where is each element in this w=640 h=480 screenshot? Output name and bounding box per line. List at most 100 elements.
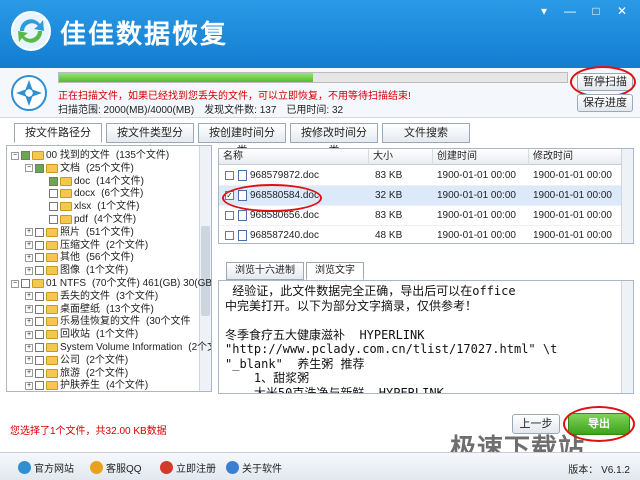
tab-file-search[interactable]: 文件搜索	[382, 123, 470, 143]
tree-item[interactable]: pdf (4个文件)	[39, 213, 136, 226]
tree-toggle-icon[interactable]: +	[25, 317, 33, 326]
tree-toggle-icon[interactable]: +	[25, 241, 33, 250]
tree-checkbox[interactable]	[35, 343, 44, 352]
folder-icon	[46, 330, 58, 340]
tree-item[interactable]: xlsx (1个文件)	[39, 200, 139, 213]
tree-item-count: (4个文件)	[106, 380, 149, 392]
file-row[interactable]: 968587240.doc 48 KB 1900-01-01 00:00 1900-0…	[219, 226, 623, 243]
scan-status-panel: 正在扫描文件，如果已经找到您丢失的文件，可以立即恢复，不用等待扫描结束! 扫描范…	[0, 68, 640, 118]
tree-item-count: (6个文件)	[101, 188, 144, 200]
tree-item[interactable]: + 丢失的文件 (3个文件)	[25, 290, 158, 303]
tree-toggle-icon[interactable]: −	[11, 279, 19, 288]
tree-scrollbar[interactable]	[199, 146, 211, 391]
tree-item[interactable]: + 护肤养生 (4个文件)	[25, 379, 149, 392]
tree-toggle-icon[interactable]: +	[25, 305, 33, 314]
tab-by-type[interactable]: 按文件类型分类	[106, 123, 194, 157]
tree-item[interactable]: + 乐易佳恢复的文件 (30个文件	[25, 315, 190, 328]
tree-item[interactable]: docx (6个文件)	[39, 187, 143, 200]
tree-checkbox[interactable]	[49, 215, 58, 224]
tree-toggle-icon[interactable]: +	[25, 292, 33, 301]
column-size[interactable]: 大小	[369, 149, 433, 165]
column-modified[interactable]: 修改时间	[529, 149, 623, 165]
tree-item-count: (135个文件)	[115, 150, 170, 161]
tree-item[interactable]: − 00 找到的文件 (135个文件)	[11, 149, 169, 162]
column-name[interactable]: 名称	[219, 149, 369, 165]
tree-toggle-icon[interactable]: +	[25, 253, 33, 262]
tree-item-count: (1个文件)	[97, 201, 140, 213]
official-site-link[interactable]: 官方网站	[18, 460, 74, 475]
tree-checkbox[interactable]	[35, 291, 44, 301]
tab-by-modified[interactable]: 按修改时间分类	[290, 123, 378, 157]
tree-scrollbar-thumb[interactable]	[201, 226, 210, 316]
tree-item[interactable]: + System Volume Information (2个文	[25, 341, 211, 354]
tree-item-count: (3个文件)	[116, 290, 159, 302]
tree-toggle-icon[interactable]: +	[25, 228, 33, 237]
tab-text-view[interactable]: 浏览文字	[306, 262, 364, 280]
tree-checkbox[interactable]	[35, 163, 44, 173]
tree-item[interactable]: + 压缩文件 (2个文件)	[25, 239, 148, 252]
tree-item[interactable]: doc (14个文件)	[39, 175, 144, 188]
tree-toggle-icon[interactable]: +	[25, 369, 33, 378]
tree-toggle-icon[interactable]: +	[25, 343, 33, 352]
register-link[interactable]: 立即注册	[160, 460, 216, 475]
file-size: 32 KB	[375, 190, 403, 201]
tree-checkbox[interactable]	[35, 368, 44, 378]
tree-item[interactable]: + 旅游 (2个文件)	[25, 367, 128, 380]
minimize-icon[interactable]: —	[558, 2, 582, 20]
tab-by-path[interactable]: 按文件路径分类	[14, 123, 102, 157]
tree-checkbox[interactable]	[35, 266, 44, 276]
save-progress-button[interactable]: 保存进度	[577, 94, 633, 112]
tree-checkbox[interactable]	[35, 381, 44, 391]
tree-item[interactable]: + 照片 (51个文件)	[25, 226, 134, 239]
tree-item[interactable]: + 桌面壁纸 (13个文件)	[25, 303, 154, 316]
tree-toggle-icon[interactable]: −	[11, 151, 19, 160]
maximize-icon[interactable]: □	[584, 2, 608, 20]
tree-item-label: 公司	[60, 354, 80, 366]
support-qq-link[interactable]: 客服QQ	[90, 460, 142, 475]
column-created[interactable]: 创建时间	[433, 149, 529, 165]
file-row[interactable]: 968579872.doc 83 KB 1900-01-01 00:00 1900-0…	[219, 166, 623, 186]
folder-icon	[46, 317, 58, 327]
tree-item[interactable]: − 文档 (25个文件)	[25, 162, 134, 175]
tree-checkbox[interactable]	[35, 330, 44, 340]
tree-checkbox[interactable]	[49, 189, 58, 199]
tree-checkbox[interactable]	[49, 176, 58, 186]
preview-scrollbar[interactable]	[621, 281, 633, 393]
about-link[interactable]: 关于软件	[226, 460, 282, 475]
tree-item-label: 桌面壁纸	[60, 303, 100, 315]
tree-checkbox[interactable]	[35, 304, 44, 314]
tree-item[interactable]: + 图像 (1个文件)	[25, 264, 128, 277]
folder-icon	[46, 163, 58, 173]
tree-checkbox[interactable]	[49, 202, 58, 212]
tree-item[interactable]: − 01 NTFS (70个文件) 461(GB) 30(GB)	[11, 277, 211, 290]
elapsed-time: 已用时间: 32	[286, 105, 344, 116]
globe-icon	[18, 461, 31, 474]
tree-checkbox[interactable]	[35, 240, 44, 250]
file-name-cell: 968579872.doc	[225, 166, 319, 186]
support-qq-label: 客服QQ	[106, 464, 142, 475]
tree-checkbox[interactable]	[35, 355, 44, 365]
tree-item-count: (2个文件)	[106, 239, 149, 251]
file-list-scrollbar[interactable]	[621, 149, 633, 243]
tree-toggle-icon[interactable]: +	[25, 266, 33, 275]
tree-checkbox[interactable]	[21, 151, 30, 160]
tree-toggle-icon[interactable]: +	[25, 330, 33, 339]
tree-toggle-icon[interactable]: +	[25, 381, 33, 390]
menu-dropdown-icon[interactable]: ▾	[532, 2, 556, 20]
tree-toggle-icon[interactable]: +	[25, 356, 33, 365]
tree-item[interactable]: + 其他 (56个文件)	[25, 251, 134, 264]
file-checkbox[interactable]	[225, 170, 234, 180]
tree-checkbox[interactable]	[35, 317, 44, 327]
tree-checkbox[interactable]	[21, 279, 30, 288]
tree-toggle-icon[interactable]: −	[25, 164, 33, 173]
scan-range: 扫描范围: 2000(MB)/4000(MB)	[58, 105, 195, 116]
tab-by-created[interactable]: 按创建时间分类	[198, 123, 286, 157]
tree-checkbox[interactable]	[35, 227, 44, 237]
file-checkbox[interactable]	[225, 230, 234, 240]
file-checkbox[interactable]	[225, 210, 234, 220]
tree-item[interactable]: + 公司 (2个文件)	[25, 354, 128, 367]
tree-checkbox[interactable]	[35, 253, 44, 263]
tree-item[interactable]: + 回收站 (1个文件)	[25, 328, 138, 341]
tab-hex-view[interactable]: 浏览十六进制	[226, 262, 304, 280]
close-icon[interactable]: ✕	[610, 2, 634, 20]
